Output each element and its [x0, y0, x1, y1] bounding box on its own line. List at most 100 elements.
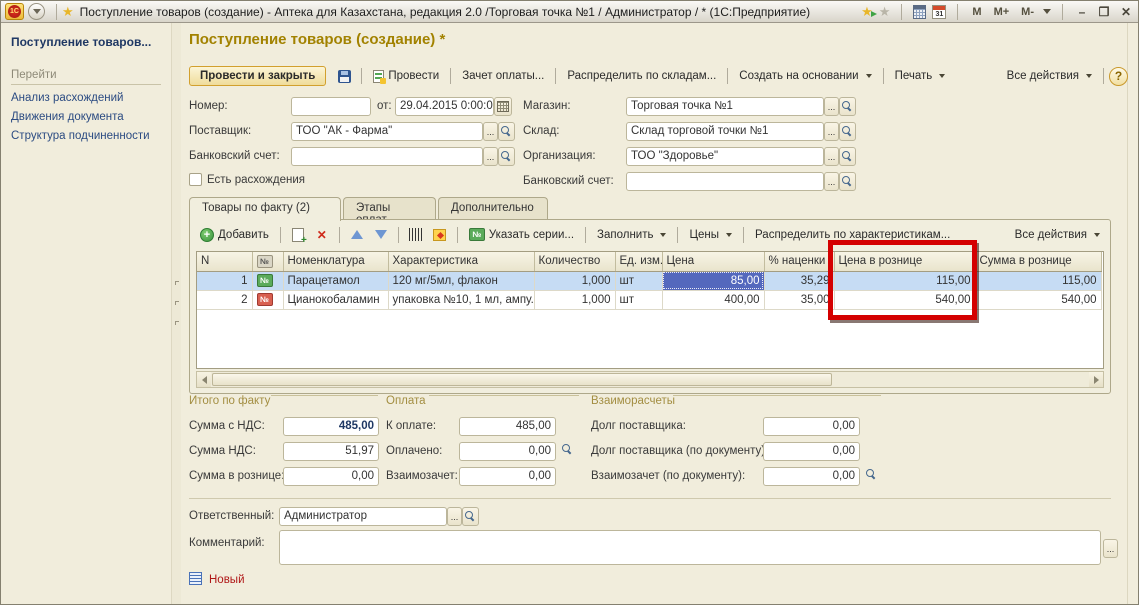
col-markup[interactable]: % наценки — [764, 252, 834, 271]
distribute-characteristics-button[interactable]: Распределить по характеристикам... — [749, 226, 956, 244]
to-pay-input[interactable]: 485,00 — [459, 417, 556, 436]
supplier-input[interactable]: ТОО "АК - Фарма" — [291, 122, 483, 141]
app-logo-1c-icon[interactable]: 1С — [5, 3, 24, 20]
organization-input[interactable]: ТОО "Здоровье" — [626, 147, 824, 166]
table-all-actions-button[interactable]: Все действия — [1009, 226, 1106, 244]
sidebar-splitter[interactable] — [171, 23, 181, 604]
add-icon: + — [200, 228, 214, 242]
table-row[interactable]: 2 № Цианокобаламин упаковка №10, 1 мл, а… — [197, 290, 1101, 309]
debt-doc-label: Долг поставщика (по документу): — [591, 442, 768, 460]
col-quantity[interactable]: Количество — [534, 252, 615, 271]
sidebar-document-title: Поступление товаров... — [11, 35, 161, 49]
memory-m-plus-button[interactable]: M+ — [991, 6, 1013, 18]
shop-select-button[interactable]: ... — [824, 97, 839, 116]
tab-goods-by-fact[interactable]: Товары по факту (2) — [189, 197, 341, 221]
create-based-on-button[interactable]: Создать на основании — [733, 67, 877, 85]
offset-doc-input[interactable]: 0,00 — [763, 467, 860, 486]
bank-account2-select-button[interactable]: ... — [824, 172, 839, 191]
col-n[interactable]: N — [197, 252, 252, 271]
col-retail-price[interactable]: Цена в рознице — [834, 252, 975, 271]
post-button[interactable]: Провести — [367, 67, 445, 86]
characteristics-button[interactable] — [428, 224, 452, 245]
sum-vat-input[interactable]: 485,00 — [283, 417, 379, 436]
add-favorite-icon[interactable]: ★ — [861, 5, 873, 18]
discrepancies-checkbox[interactable] — [189, 173, 202, 186]
print-button[interactable]: Печать — [889, 67, 952, 85]
col-nomenclature[interactable]: Номенклатура — [283, 252, 388, 271]
calculator-icon[interactable] — [913, 5, 926, 19]
responsible-select-button[interactable]: ... — [447, 507, 462, 526]
offset-doc-detail-button[interactable] — [866, 469, 882, 483]
minimize-button[interactable]: – — [1074, 5, 1090, 19]
retail-sum-input[interactable]: 0,00 — [283, 467, 379, 486]
organization-lookup-button[interactable] — [839, 147, 856, 166]
sidebar-link-discrepancy-analysis[interactable]: Анализ расхождений — [11, 92, 161, 104]
add-row-button[interactable]: +Добавить — [194, 225, 275, 245]
selected-cell[interactable]: 85,00 — [662, 271, 764, 290]
col-price[interactable]: Цена — [662, 252, 764, 271]
tab-payment-stages[interactable]: Этапы оплат — [343, 197, 436, 220]
col-retail-sum[interactable]: Сумма в рознице — [975, 252, 1101, 271]
warehouse-select-button[interactable]: ... — [824, 122, 839, 141]
organization-select-button[interactable]: ... — [824, 147, 839, 166]
debt-input[interactable]: 0,00 — [763, 417, 860, 436]
fill-button[interactable]: Заполнить — [591, 226, 672, 244]
bank-account2-input[interactable] — [626, 172, 824, 191]
help-button[interactable]: ? — [1109, 67, 1128, 86]
date-input[interactable]: 29.04.2015 0:00:00 — [395, 97, 494, 116]
distribute-warehouses-button[interactable]: Распределить по складам... — [561, 67, 722, 85]
comment-input[interactable] — [279, 530, 1101, 565]
col-series[interactable]: № — [252, 252, 283, 271]
memory-m-minus-button[interactable]: M- — [1018, 6, 1037, 18]
bank-account-lookup-button[interactable] — [498, 147, 515, 166]
scroll-left-button[interactable] — [197, 372, 211, 387]
supplier-lookup-button[interactable] — [498, 122, 515, 141]
sidebar-link-subordination-structure[interactable]: Структура подчиненности — [11, 130, 161, 142]
paid-input[interactable]: 0,00 — [459, 442, 556, 461]
scroll-right-button[interactable] — [1089, 372, 1103, 387]
bank-account2-lookup-button[interactable] — [839, 172, 856, 191]
number-input[interactable] — [291, 97, 371, 116]
paid-detail-button[interactable] — [562, 444, 578, 458]
barcode-scan-button[interactable] — [404, 224, 428, 245]
shop-lookup-button[interactable] — [839, 97, 856, 116]
post-and-close-button[interactable]: Провести и закрыть — [189, 66, 326, 86]
favorite-gray-icon[interactable]: ★ — [879, 5, 891, 18]
shop-input[interactable]: Торговая точка №1 — [626, 97, 824, 116]
copy-row-button[interactable] — [286, 224, 310, 245]
offset-input[interactable]: 0,00 — [459, 467, 556, 486]
titlebar-more-icon[interactable] — [1043, 9, 1051, 14]
bank-account-select-button[interactable]: ... — [483, 147, 498, 166]
sidebar-link-document-movements[interactable]: Движения документа — [11, 111, 161, 123]
horizontal-scrollbar[interactable] — [196, 371, 1104, 388]
favorites-star-icon[interactable]: ★ — [62, 5, 74, 18]
date-picker-button[interactable] — [494, 97, 512, 116]
move-down-button[interactable] — [369, 224, 393, 245]
close-button[interactable]: ✕ — [1118, 5, 1134, 19]
memory-m-button[interactable]: M — [969, 6, 984, 18]
col-unit[interactable]: Ед. изм. — [615, 252, 662, 271]
tab-additional[interactable]: Дополнительно — [438, 197, 548, 220]
supplier-select-button[interactable]: ... — [483, 122, 498, 141]
scrollbar-thumb[interactable] — [212, 373, 832, 386]
main-menu-button[interactable] — [28, 3, 45, 20]
calendar-icon[interactable]: 31 — [932, 5, 946, 19]
responsible-input[interactable]: Администратор — [279, 507, 447, 526]
offset-payment-button[interactable]: Зачет оплаты... — [456, 67, 550, 85]
comment-expand-button[interactable]: ... — [1103, 539, 1118, 558]
delete-row-button[interactable]: ✕ — [310, 224, 334, 245]
warehouse-lookup-button[interactable] — [839, 122, 856, 141]
all-actions-button[interactable]: Все действия — [1001, 67, 1098, 85]
warehouse-input[interactable]: Склад торговой точки №1 — [626, 122, 824, 141]
specify-series-button[interactable]: №Указать серии... — [463, 225, 580, 244]
save-button[interactable] — [332, 66, 356, 87]
move-up-button[interactable] — [345, 224, 369, 245]
prices-button[interactable]: Цены — [683, 226, 738, 244]
col-characteristic[interactable]: Характеристика — [388, 252, 534, 271]
bank-account-input[interactable] — [291, 147, 483, 166]
maximize-button[interactable]: ❒ — [1096, 5, 1112, 19]
debt-doc-input[interactable]: 0,00 — [763, 442, 860, 461]
table-row[interactable]: 1 № Парацетамол 120 мг/5мл, флакон 1,000… — [197, 271, 1101, 290]
vat-input[interactable]: 51,97 — [283, 442, 379, 461]
responsible-lookup-button[interactable] — [462, 507, 479, 526]
